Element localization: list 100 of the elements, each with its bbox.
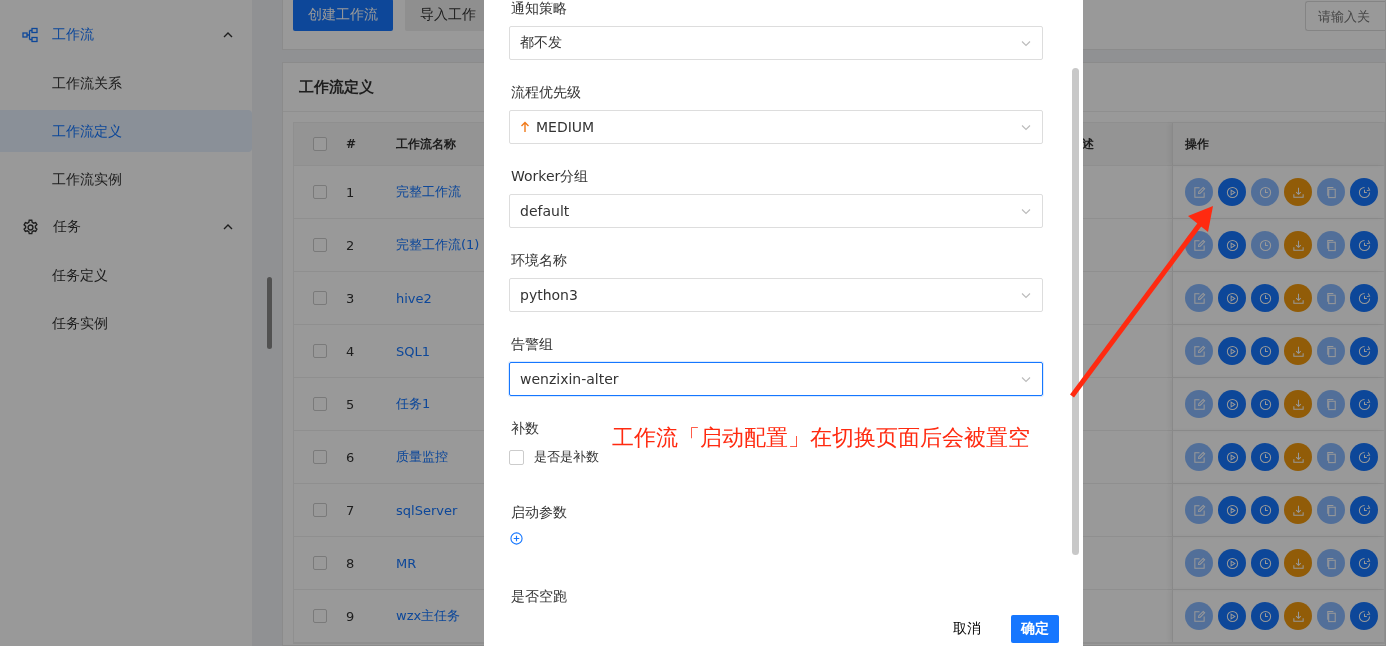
- workflow-icon: [22, 27, 38, 43]
- checkbox[interactable]: [313, 238, 327, 252]
- download-icon: [1291, 291, 1305, 305]
- start-button[interactable]: [1218, 178, 1246, 206]
- field-label: 启动参数: [510, 504, 568, 522]
- export-button[interactable]: [1284, 602, 1312, 630]
- version-button[interactable]: [1350, 231, 1378, 259]
- table-cell-text: 8: [346, 555, 356, 571]
- field-label: 通知策略: [510, 0, 568, 18]
- start-button[interactable]: [1218, 284, 1246, 312]
- start-button[interactable]: [1218, 443, 1246, 471]
- play-icon: [1225, 450, 1239, 464]
- field-label: 环境名称: [510, 252, 568, 270]
- version-button[interactable]: [1350, 390, 1378, 418]
- clock-icon: [1258, 291, 1272, 305]
- field-label: 流程优先级: [510, 84, 582, 102]
- clock-arrow-icon: [1357, 556, 1371, 570]
- start-button[interactable]: [1218, 390, 1246, 418]
- export-button[interactable]: [1284, 284, 1312, 312]
- field-label: Worker分组: [510, 168, 590, 186]
- menu-group[interactable]: 工作流: [0, 14, 252, 56]
- table-cell-text: 5: [346, 396, 356, 412]
- clock-arrow-icon: [1357, 238, 1371, 252]
- menu-group[interactable]: 任务: [0, 206, 252, 248]
- clock-icon: [1258, 344, 1272, 358]
- checkbox[interactable]: [313, 291, 327, 305]
- version-button[interactable]: [1350, 602, 1378, 630]
- checkbox[interactable]: [313, 185, 327, 199]
- scrollbar[interactable]: [267, 277, 272, 349]
- sidebar-item[interactable]: 任务实例: [0, 302, 252, 344]
- toolbar-button[interactable]: 创建工作流: [293, 0, 393, 31]
- play-icon: [1225, 238, 1239, 252]
- start-button[interactable]: [1218, 549, 1246, 577]
- timing-button[interactable]: [1251, 284, 1279, 312]
- arrow-up-icon: [520, 121, 530, 133]
- annotation-text: 工作流「启动配置」在切换页面后会被置空: [612, 424, 1030, 452]
- start-button[interactable]: [1218, 602, 1246, 630]
- checkbox[interactable]: [313, 344, 327, 358]
- checkbox[interactable]: [313, 503, 327, 517]
- clock-arrow-icon: [1357, 344, 1371, 358]
- checkbox[interactable]: [313, 556, 327, 570]
- export-button[interactable]: [1284, 390, 1312, 418]
- play-icon: [1225, 344, 1239, 358]
- timing-button[interactable]: [1251, 549, 1279, 577]
- dialog-button[interactable]: 确定: [1011, 615, 1059, 643]
- play-icon: [1225, 397, 1239, 411]
- version-button[interactable]: [1350, 496, 1378, 524]
- select-field[interactable]: MEDIUM: [509, 110, 1043, 144]
- export-button[interactable]: [1284, 231, 1312, 259]
- clock-arrow-icon: [1357, 291, 1371, 305]
- start-button[interactable]: [1218, 337, 1246, 365]
- timing-button[interactable]: [1251, 337, 1279, 365]
- play-icon: [1225, 556, 1239, 570]
- download-icon: [1291, 185, 1305, 199]
- version-button[interactable]: [1350, 284, 1378, 312]
- timing-button[interactable]: [1251, 390, 1279, 418]
- version-button[interactable]: [1350, 443, 1378, 471]
- export-button[interactable]: [1284, 496, 1312, 524]
- sidebar-item[interactable]: 任务定义: [0, 254, 252, 296]
- play-icon: [1225, 291, 1239, 305]
- clock-arrow-icon: [1357, 185, 1371, 199]
- version-button[interactable]: [1350, 549, 1378, 577]
- export-button[interactable]: [1284, 337, 1312, 365]
- select-field[interactable]: default: [509, 194, 1043, 228]
- checkbox-option[interactable]: 是否是补数: [509, 448, 599, 466]
- clock-icon: [1258, 503, 1272, 517]
- table-cell-text: 9: [346, 608, 356, 624]
- field-label: 是否空跑: [510, 588, 568, 606]
- table-cell-text: 1: [346, 184, 356, 200]
- sidebar-item[interactable]: 工作流实例: [0, 158, 252, 200]
- select-field[interactable]: 都不发: [509, 26, 1043, 60]
- download-icon: [1291, 503, 1305, 517]
- clock-arrow-icon: [1357, 609, 1371, 623]
- sidebar-item[interactable]: 工作流关系: [0, 62, 252, 104]
- start-button[interactable]: [1218, 231, 1246, 259]
- timing-button[interactable]: [1251, 602, 1279, 630]
- timing-button[interactable]: [1251, 443, 1279, 471]
- export-button[interactable]: [1284, 549, 1312, 577]
- export-button[interactable]: [1284, 443, 1312, 471]
- add-icon[interactable]: [510, 532, 523, 545]
- timing-button[interactable]: [1251, 496, 1279, 524]
- search-field[interactable]: 请输入关: [1305, 1, 1385, 31]
- checkbox[interactable]: [313, 397, 327, 411]
- clock-arrow-icon: [1357, 450, 1371, 464]
- clock-icon: [1258, 397, 1272, 411]
- download-icon: [1291, 450, 1305, 464]
- version-button[interactable]: [1350, 178, 1378, 206]
- download-icon: [1291, 344, 1305, 358]
- clock-icon: [1258, 609, 1272, 623]
- download-icon: [1291, 609, 1305, 623]
- checkbox[interactable]: [313, 137, 327, 151]
- select-field[interactable]: python3: [509, 278, 1043, 312]
- scrollbar[interactable]: [1072, 68, 1079, 555]
- start-button[interactable]: [1218, 496, 1246, 524]
- checkbox[interactable]: [313, 450, 327, 464]
- select-field[interactable]: wenzixin-alter: [509, 362, 1043, 396]
- export-button[interactable]: [1284, 178, 1312, 206]
- checkbox[interactable]: [313, 609, 327, 623]
- table-cell-text: 6: [346, 449, 356, 465]
- version-button[interactable]: [1350, 337, 1378, 365]
